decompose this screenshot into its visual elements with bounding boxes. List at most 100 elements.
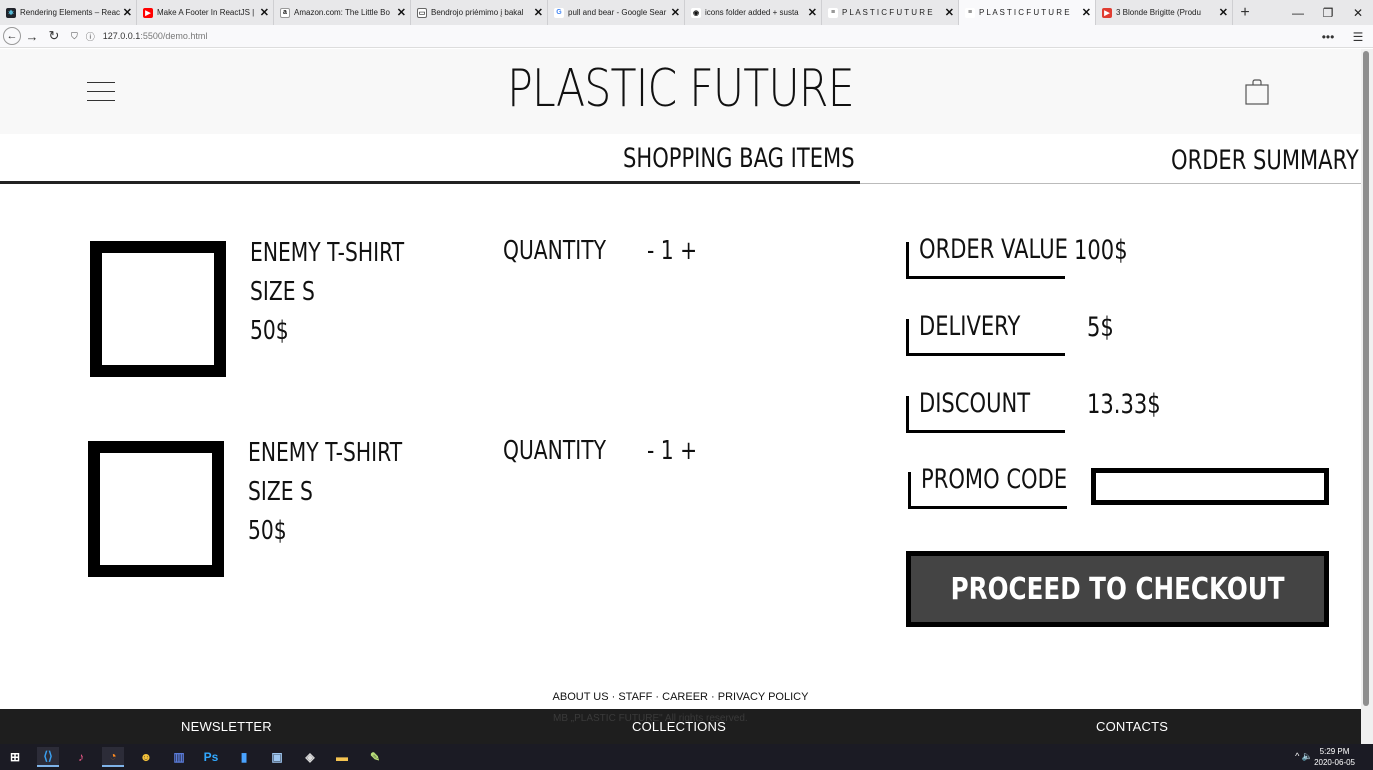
browser-tab[interactable]: ▭ Bendrojo priėmimo į bakal ✕ xyxy=(411,0,548,25)
order-summary-title: ORDER SUMMARY xyxy=(1171,145,1359,176)
quantity-label: QUANTITY xyxy=(503,436,606,466)
footer-link-about[interactable]: ABOUT US xyxy=(553,691,609,703)
app-icon[interactable]: ▥ xyxy=(168,747,190,767)
close-tab-icon[interactable]: ✕ xyxy=(260,6,269,19)
browser-tab-title: 3 Blonde Brigitte (Produ xyxy=(1116,8,1201,17)
hamburger-menu-icon[interactable] xyxy=(87,82,115,102)
browser-tab-active[interactable]: ≡ P L A S T I C F U T U R E ✕ xyxy=(959,0,1096,25)
app-icon[interactable]: ▣ xyxy=(266,747,288,767)
footer-bar: MB „PLASTIC FUTURE" All rights reserved.… xyxy=(0,709,1361,744)
clock-time: 5:29 PM xyxy=(1319,747,1350,756)
delivery-value: 5$ xyxy=(1087,312,1114,343)
product-price: 50$ xyxy=(250,316,289,346)
close-tab-icon[interactable]: ✕ xyxy=(123,6,132,19)
new-tab-button[interactable]: + xyxy=(1233,0,1257,25)
order-value-label: ORDER VALUE xyxy=(906,234,1068,279)
web-page: PLASTIC FUTURE SHOPPING BAG ITEMS ORDER … xyxy=(0,49,1361,744)
product-image[interactable] xyxy=(88,441,224,577)
browser-tab[interactable]: ▶ 3 Blonde Brigitte (Produ ✕ xyxy=(1096,0,1233,25)
minimize-icon[interactable]: — xyxy=(1283,0,1313,25)
os-taskbar: ⊞ ⟨⟩ ♪ ◔ ☻ ▥ Ps ▮ ▣ ◈ ▬ ✎ ^ 🔈 5:29 PM 20… xyxy=(0,744,1373,770)
quantity-stepper[interactable]: - 1 + xyxy=(647,236,697,266)
checkout-button-label: PROCEED TO CHECKOUT xyxy=(950,571,1285,607)
close-tab-icon[interactable]: ✕ xyxy=(397,6,406,19)
scrollbar-thumb[interactable] xyxy=(1363,51,1369,706)
footer-link-separator: · xyxy=(707,691,718,703)
close-window-icon[interactable]: ✕ xyxy=(1343,0,1373,25)
browser-tab[interactable]: ▶ Make A Footer In ReactJS | ✕ xyxy=(137,0,274,25)
section-underline xyxy=(0,181,860,184)
system-clock[interactable]: 5:29 PM 2020-06-05 xyxy=(1314,746,1355,768)
itunes-icon[interactable]: ♪ xyxy=(70,747,92,767)
footer-link-privacy[interactable]: PRIVACY POLICY xyxy=(718,691,809,703)
quantity-stepper[interactable]: - 1 + xyxy=(647,436,697,466)
browser-tab-title: icons folder added + susta xyxy=(705,8,799,17)
product-size: SIZE S xyxy=(248,477,313,507)
page-scrollbar[interactable] xyxy=(1361,49,1373,744)
product-size: SIZE S xyxy=(250,277,315,307)
browser-tab-title: pull and bear - Google Sear xyxy=(568,8,667,17)
youtube-favicon-icon: ▶ xyxy=(1102,7,1112,18)
promo-code-label-text: PROMO CODE xyxy=(921,464,1068,495)
restore-icon[interactable]: ❐ xyxy=(1313,0,1343,25)
address-bar[interactable]: ⛉ ⓘ 127.0.0.1:5500/demo.html xyxy=(71,30,207,43)
footer-contacts[interactable]: CONTACTS xyxy=(1096,719,1168,734)
section-divider xyxy=(860,183,1361,184)
page-actions-icon[interactable]: ••• xyxy=(1313,30,1343,44)
forward-icon[interactable]: → xyxy=(21,29,43,44)
footer-collections[interactable]: COLLECTIONS xyxy=(632,719,726,734)
product-image[interactable] xyxy=(90,241,226,377)
site-logo[interactable]: PLASTIC FUTURE xyxy=(122,59,1238,119)
vscode-icon[interactable]: ⟨⟩ xyxy=(37,747,59,767)
back-icon[interactable]: ← xyxy=(3,27,21,45)
close-tab-icon[interactable]: ✕ xyxy=(671,6,680,19)
browser-tab[interactable]: ◉ icons folder added + susta ✕ xyxy=(685,0,822,25)
footer-link-staff[interactable]: STAFF xyxy=(618,691,652,703)
system-tray-icons[interactable]: ^ 🔈 xyxy=(1295,751,1313,762)
shopping-bag-icon[interactable] xyxy=(1245,79,1269,105)
browser-tab[interactable]: ⚛ Rendering Elements – React ✕ xyxy=(0,0,137,25)
close-tab-icon[interactable]: ✕ xyxy=(534,6,543,19)
app-icon[interactable]: ☻ xyxy=(135,747,157,767)
product-name: ENEMY T-SHIRT xyxy=(248,438,403,468)
browser-tab-title: P L A S T I C F U T U R E xyxy=(842,8,933,17)
site-favicon-icon: ≡ xyxy=(828,7,838,18)
close-tab-icon[interactable]: ✕ xyxy=(1082,6,1091,19)
site-favicon-icon: ≡ xyxy=(965,7,975,18)
product-details: ENEMY T-SHIRT SIZE S 50$ xyxy=(248,434,402,551)
file-explorer-icon[interactable]: ▬ xyxy=(331,747,353,767)
app-icon[interactable]: ◈ xyxy=(299,747,321,767)
github-favicon-icon: ◉ xyxy=(691,7,701,18)
browser-tab-title: Bendrojo priėmimo į bakal xyxy=(431,8,524,17)
footer-newsletter[interactable]: NEWSLETTER xyxy=(181,719,272,734)
browser-toolbar: ← → ↻ ⛉ ⓘ 127.0.0.1:5500/demo.html ••• ☰ xyxy=(0,25,1373,48)
proceed-to-checkout-button[interactable]: PROCEED TO CHECKOUT xyxy=(906,551,1329,627)
footer-links: ABOUT US · STAFF · CAREER · PRIVACY POLI… xyxy=(0,691,1361,703)
product-details: ENEMY T-SHIRT SIZE S 50$ xyxy=(250,234,404,351)
close-tab-icon[interactable]: ✕ xyxy=(808,6,817,19)
promo-code-input[interactable] xyxy=(1091,468,1329,505)
footer-link-career[interactable]: CAREER xyxy=(662,691,708,703)
order-value-label-text: ORDER VALUE xyxy=(919,234,1068,265)
url-text: 127.0.0.1:5500/demo.html xyxy=(103,31,208,41)
reload-icon[interactable]: ↻ xyxy=(43,28,65,44)
photoshop-icon[interactable]: Ps xyxy=(200,747,222,767)
window-controls: — ❐ ✕ xyxy=(1283,0,1373,25)
browser-tab[interactable]: ≡ P L A S T I C F U T U R E ✕ xyxy=(822,0,959,25)
browser-menu-icon[interactable]: ☰ xyxy=(1343,30,1373,44)
browser-tab[interactable]: G pull and bear - Google Sear ✕ xyxy=(548,0,685,25)
delivery-label: DELIVERY xyxy=(906,311,1065,356)
info-icon[interactable]: ⓘ xyxy=(86,30,95,43)
firefox-icon[interactable]: ◔ xyxy=(102,747,124,767)
app-icon[interactable]: ▮ xyxy=(233,747,255,767)
close-tab-icon[interactable]: ✕ xyxy=(1219,6,1228,19)
close-tab-icon[interactable]: ✕ xyxy=(945,6,954,19)
footer-link-separator: · xyxy=(608,691,619,703)
windows-start-icon[interactable]: ⊞ xyxy=(4,747,26,767)
discount-label: DISCOUNT xyxy=(906,388,1065,433)
amazon-favicon-icon: a xyxy=(280,7,290,18)
browser-tab-strip: ⚛ Rendering Elements – React ✕ ▶ Make A … xyxy=(0,0,1373,25)
paint-icon[interactable]: ✎ xyxy=(364,747,386,767)
order-value: 100$ xyxy=(1074,235,1128,266)
browser-tab[interactable]: a Amazon.com: The Little Bo ✕ xyxy=(274,0,411,25)
